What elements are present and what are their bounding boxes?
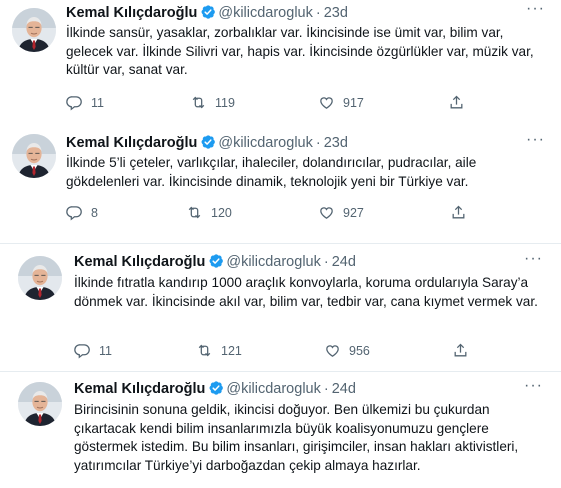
reply-count: 8 (91, 205, 98, 220)
share-button[interactable] (450, 204, 475, 221)
tweet[interactable]: Kemal Kılıçdaroğlu @kilicdarogluk · 23d ···… (0, 126, 561, 241)
timestamp[interactable]: 23d (324, 5, 348, 21)
like-button[interactable]: 917 (318, 94, 364, 111)
retweet-icon (190, 94, 207, 111)
reply-button[interactable]: 11 (66, 94, 104, 111)
more-options-icon[interactable]: ··· (524, 250, 543, 268)
separator-dot: · (323, 254, 329, 270)
author-name[interactable]: Kemal Kılıçdaroğlu (74, 254, 205, 270)
avatar[interactable] (18, 382, 62, 426)
like-count: 927 (343, 205, 364, 220)
reply-count: 11 (99, 343, 112, 358)
reply-icon (66, 94, 83, 111)
like-button[interactable]: 927 (318, 204, 364, 221)
tweet-header: Kemal Kılıçdaroğlu @kilicdarogluk · 23d (66, 134, 348, 152)
verified-badge-icon (208, 380, 224, 396)
author-name[interactable]: Kemal Kılıçdaroğlu (66, 5, 197, 21)
share-button[interactable] (448, 94, 473, 111)
tweet-header: Kemal Kılıçdaroğlu @kilicdarogluk · 24d (74, 380, 356, 398)
heart-icon (324, 342, 341, 359)
retweet-count: 119 (215, 95, 235, 110)
tweet-text: İlkinde fıtratla kandırıp 1000 araçlık k… (74, 275, 538, 309)
timestamp[interactable]: 24d (332, 381, 356, 397)
retweet-button[interactable]: 121 (196, 342, 242, 359)
reply-icon (74, 342, 91, 359)
share-icon (450, 204, 467, 221)
verified-badge-icon (200, 134, 216, 150)
retweet-count: 120 (211, 205, 232, 220)
tweet[interactable]: Kemal Kılıçdaroğlu @kilicdarogluk · 23d ···… (0, 0, 561, 126)
tweet-text: İlkinde sansür, yasaklar, zorbalıklar va… (66, 25, 534, 77)
separator-dot: · (315, 135, 321, 151)
tweet[interactable]: Kemal Kılıçdaroğlu @kilicdarogluk · 24d ···… (6, 246, 561, 370)
reply-count: 11 (91, 95, 104, 110)
share-icon (448, 94, 465, 111)
reply-button[interactable]: 11 (74, 342, 112, 359)
tweet-text: İlkinde 5’li çeteler, varlıkçılar, ihale… (66, 155, 477, 189)
separator-dot: · (315, 5, 321, 21)
share-icon (452, 342, 469, 359)
reply-icon (66, 204, 83, 221)
author-handle[interactable]: @kilicdarogluk (218, 5, 313, 21)
verified-badge-icon (208, 253, 224, 269)
tweet-header: Kemal Kılıçdaroğlu @kilicdarogluk · 24d (74, 253, 356, 271)
retweet-button[interactable]: 119 (190, 94, 235, 111)
retweet-button[interactable]: 120 (186, 204, 232, 221)
like-count: 917 (343, 95, 364, 110)
timestamp[interactable]: 24d (332, 254, 356, 270)
tweet-header: Kemal Kılıçdaroğlu @kilicdarogluk · 23d (66, 4, 348, 22)
tweet-actions: 11 119 917 (66, 94, 546, 112)
avatar[interactable] (12, 134, 56, 178)
more-options-icon[interactable]: ··· (526, 0, 545, 18)
retweet-icon (186, 204, 203, 221)
avatar[interactable] (18, 256, 62, 300)
separator-dot: · (323, 381, 329, 397)
author-handle[interactable]: @kilicdarogluk (226, 381, 321, 397)
tweet-actions: 11 121 956 (74, 342, 544, 360)
verified-badge-icon (200, 4, 216, 20)
like-button[interactable]: 956 (324, 342, 370, 359)
timestamp[interactable]: 23d (324, 135, 348, 151)
retweet-count: 121 (221, 343, 242, 358)
tweet-actions: 8 120 927 (66, 204, 546, 222)
heart-icon (318, 204, 335, 221)
divider (0, 243, 561, 244)
more-options-icon[interactable]: ··· (524, 377, 543, 395)
author-name[interactable]: Kemal Kılıçdaroğlu (74, 381, 205, 397)
author-handle[interactable]: @kilicdarogluk (218, 135, 313, 151)
more-options-icon[interactable]: ··· (526, 131, 545, 149)
tweet[interactable]: Kemal Kılıçdaroğlu @kilicdarogluk · 24d ···… (6, 372, 561, 488)
avatar[interactable] (12, 8, 56, 52)
author-name[interactable]: Kemal Kılıçdaroğlu (66, 135, 197, 151)
reply-button[interactable]: 8 (66, 204, 98, 221)
author-handle[interactable]: @kilicdarogluk (226, 254, 321, 270)
share-button[interactable] (452, 342, 477, 359)
heart-icon (318, 94, 335, 111)
retweet-icon (196, 342, 213, 359)
tweet-text: Birincisinin sonuna geldik, ikincisi doğ… (74, 402, 519, 473)
like-count: 956 (349, 343, 370, 358)
